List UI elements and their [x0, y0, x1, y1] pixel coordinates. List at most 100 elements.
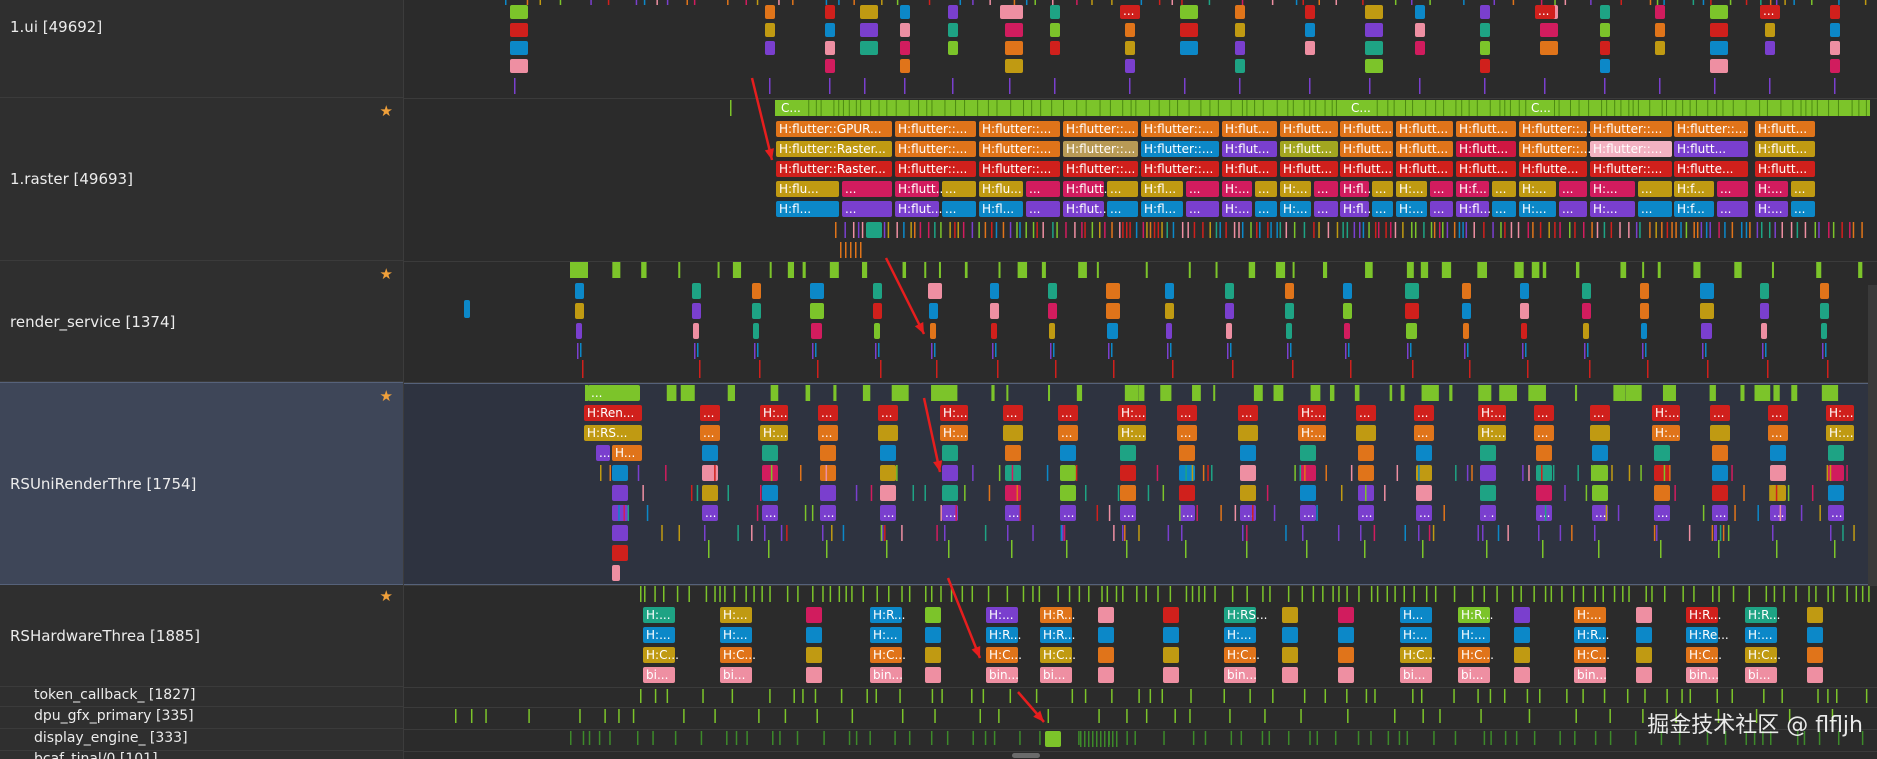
trace-slice[interactable] — [880, 445, 896, 461]
trace-slice[interactable] — [860, 5, 878, 19]
trace-slice[interactable] — [1098, 627, 1114, 643]
trace-slice[interactable]: H:flutt... — [1340, 161, 1393, 177]
trace-slice[interactable] — [1641, 323, 1647, 339]
frame-bar[interactable] — [1709, 385, 1716, 401]
trace-slice[interactable] — [1163, 667, 1179, 683]
trace-slice[interactable] — [1828, 445, 1844, 461]
trace-slice[interactable]: H:fl... — [1340, 181, 1375, 197]
trace-slice[interactable] — [1240, 485, 1256, 501]
trace-slice[interactable]: ... — [1255, 181, 1277, 197]
trace-slice[interactable] — [1106, 283, 1120, 299]
track-label-dpu[interactable]: dpu_gfx_primary [335] — [0, 707, 403, 729]
trace-slice[interactable]: ... — [700, 425, 720, 441]
frame-bar[interactable] — [1076, 385, 1083, 401]
frame-bar[interactable] — [1354, 385, 1360, 401]
trace-slice[interactable] — [692, 303, 701, 319]
trace-slice[interactable] — [1416, 485, 1432, 501]
trace-slice[interactable]: ... — [1430, 181, 1453, 197]
trace-slice[interactable] — [1180, 41, 1198, 55]
trace-slice[interactable]: H:flutt... — [1340, 141, 1393, 157]
trace-slice[interactable] — [1180, 5, 1198, 19]
trace-slice[interactable]: H:flutter::... — [1519, 141, 1591, 157]
trace-slice[interactable]: ... — [1654, 505, 1670, 521]
trace-slice[interactable] — [1712, 465, 1728, 481]
trace-slice[interactable] — [1049, 323, 1055, 339]
trace-slice[interactable]: H:RS... — [1224, 607, 1267, 623]
trace-slice[interactable]: H:C... — [1400, 647, 1436, 663]
trace-slice[interactable] — [900, 59, 910, 73]
trace-slice[interactable]: ... — [1356, 405, 1376, 421]
trace-slice[interactable] — [1520, 283, 1529, 299]
trace-slice[interactable]: ... — [762, 505, 778, 521]
trace-slice[interactable]: H:... — [1298, 405, 1326, 421]
trace-slice[interactable]: H:flutt... — [1396, 141, 1453, 157]
trace-slice[interactable] — [1282, 647, 1298, 663]
trace-slice[interactable]: H:... — [760, 425, 788, 441]
trace-slice[interactable]: ... — [1791, 181, 1815, 197]
trace-slice[interactable] — [1107, 323, 1118, 339]
trace-slice[interactable]: ... — [1372, 201, 1393, 217]
frame-bar[interactable] — [1620, 262, 1627, 278]
trace-slice[interactable]: H:flutt... — [1674, 141, 1748, 157]
trace-slice[interactable] — [1240, 465, 1256, 481]
trace-slice[interactable] — [1343, 303, 1352, 319]
trace-slice[interactable]: H:flut... — [1063, 201, 1110, 217]
trace-slice[interactable] — [1710, 23, 1728, 37]
trace-slice[interactable] — [1338, 667, 1354, 683]
trace-slice[interactable] — [1235, 41, 1245, 55]
trace-slice[interactable] — [1770, 445, 1786, 461]
trace-slice[interactable]: H:flutter::... — [1141, 141, 1219, 157]
frame-bar[interactable] — [1041, 262, 1046, 278]
frame-bar[interactable] — [938, 262, 941, 278]
trace-slice[interactable] — [1710, 425, 1730, 441]
trace-slice[interactable]: H:R... — [1040, 627, 1075, 643]
trace-slice[interactable]: H:R... — [1745, 607, 1780, 623]
frame-bar[interactable] — [1734, 262, 1742, 278]
trace-slice[interactable] — [1125, 41, 1135, 55]
horizontal-scroll-thumb[interactable] — [1012, 753, 1040, 758]
track-label-partial[interactable]: bcaf_tinal/0 [101] — [0, 751, 403, 759]
trace-slice[interactable] — [1106, 303, 1120, 319]
trace-slice[interactable] — [900, 23, 910, 37]
trace-slice[interactable]: H:... — [720, 627, 752, 643]
trace-slice[interactable] — [1636, 607, 1652, 623]
trace-slice[interactable]: ... — [942, 201, 976, 217]
trace-slice[interactable] — [991, 323, 997, 339]
trace-slice[interactable]: H:flutter::... — [1141, 121, 1219, 137]
trace-slice[interactable]: ... — [1255, 201, 1277, 217]
trace-slice[interactable] — [1305, 23, 1315, 37]
trace-slice[interactable] — [702, 445, 718, 461]
frame-bar[interactable] — [902, 262, 907, 278]
trace-slice[interactable]: H:C... — [986, 647, 1022, 663]
trace-slice[interactable] — [1521, 323, 1527, 339]
trace-slice[interactable] — [1480, 59, 1490, 73]
trace-slice[interactable] — [762, 445, 778, 461]
trace-slice[interactable] — [1060, 485, 1076, 501]
trace-slice[interactable] — [1480, 485, 1496, 501]
trace-slice[interactable] — [1830, 41, 1840, 55]
frame-bar[interactable] — [802, 262, 806, 278]
trace-slice[interactable]: H:fl... — [1141, 181, 1183, 197]
trace-slice[interactable] — [1600, 5, 1610, 19]
frame-bar[interactable] — [641, 262, 647, 278]
trace-slice[interactable]: H:flutter::... — [1063, 121, 1138, 137]
trace-slice[interactable]: H:flutt... — [1456, 121, 1516, 137]
trace-slice[interactable] — [1830, 59, 1840, 73]
trace-slice[interactable] — [510, 5, 528, 19]
trace-slice[interactable] — [880, 465, 896, 481]
trace-slice[interactable] — [1365, 41, 1383, 55]
trace-slice[interactable]: bi... — [720, 667, 752, 683]
trace-slice[interactable] — [702, 485, 718, 501]
trace-slice[interactable] — [1120, 485, 1136, 501]
frame-bar[interactable] — [1625, 385, 1642, 401]
frame-bar[interactable] — [1773, 385, 1780, 401]
trace-slice[interactable] — [1180, 23, 1198, 37]
trace-slice[interactable] — [1225, 283, 1234, 299]
trace-slice[interactable]: ... — [1177, 405, 1197, 421]
frame-bar[interactable] — [678, 262, 681, 278]
trace-slice[interactable]: H:... — [1118, 425, 1146, 441]
trace-slice[interactable]: ... — [1430, 201, 1453, 217]
trace-slice[interactable] — [1636, 667, 1652, 683]
trace-slice[interactable]: ... — [820, 505, 836, 521]
frame-bar[interactable] — [1365, 262, 1373, 278]
